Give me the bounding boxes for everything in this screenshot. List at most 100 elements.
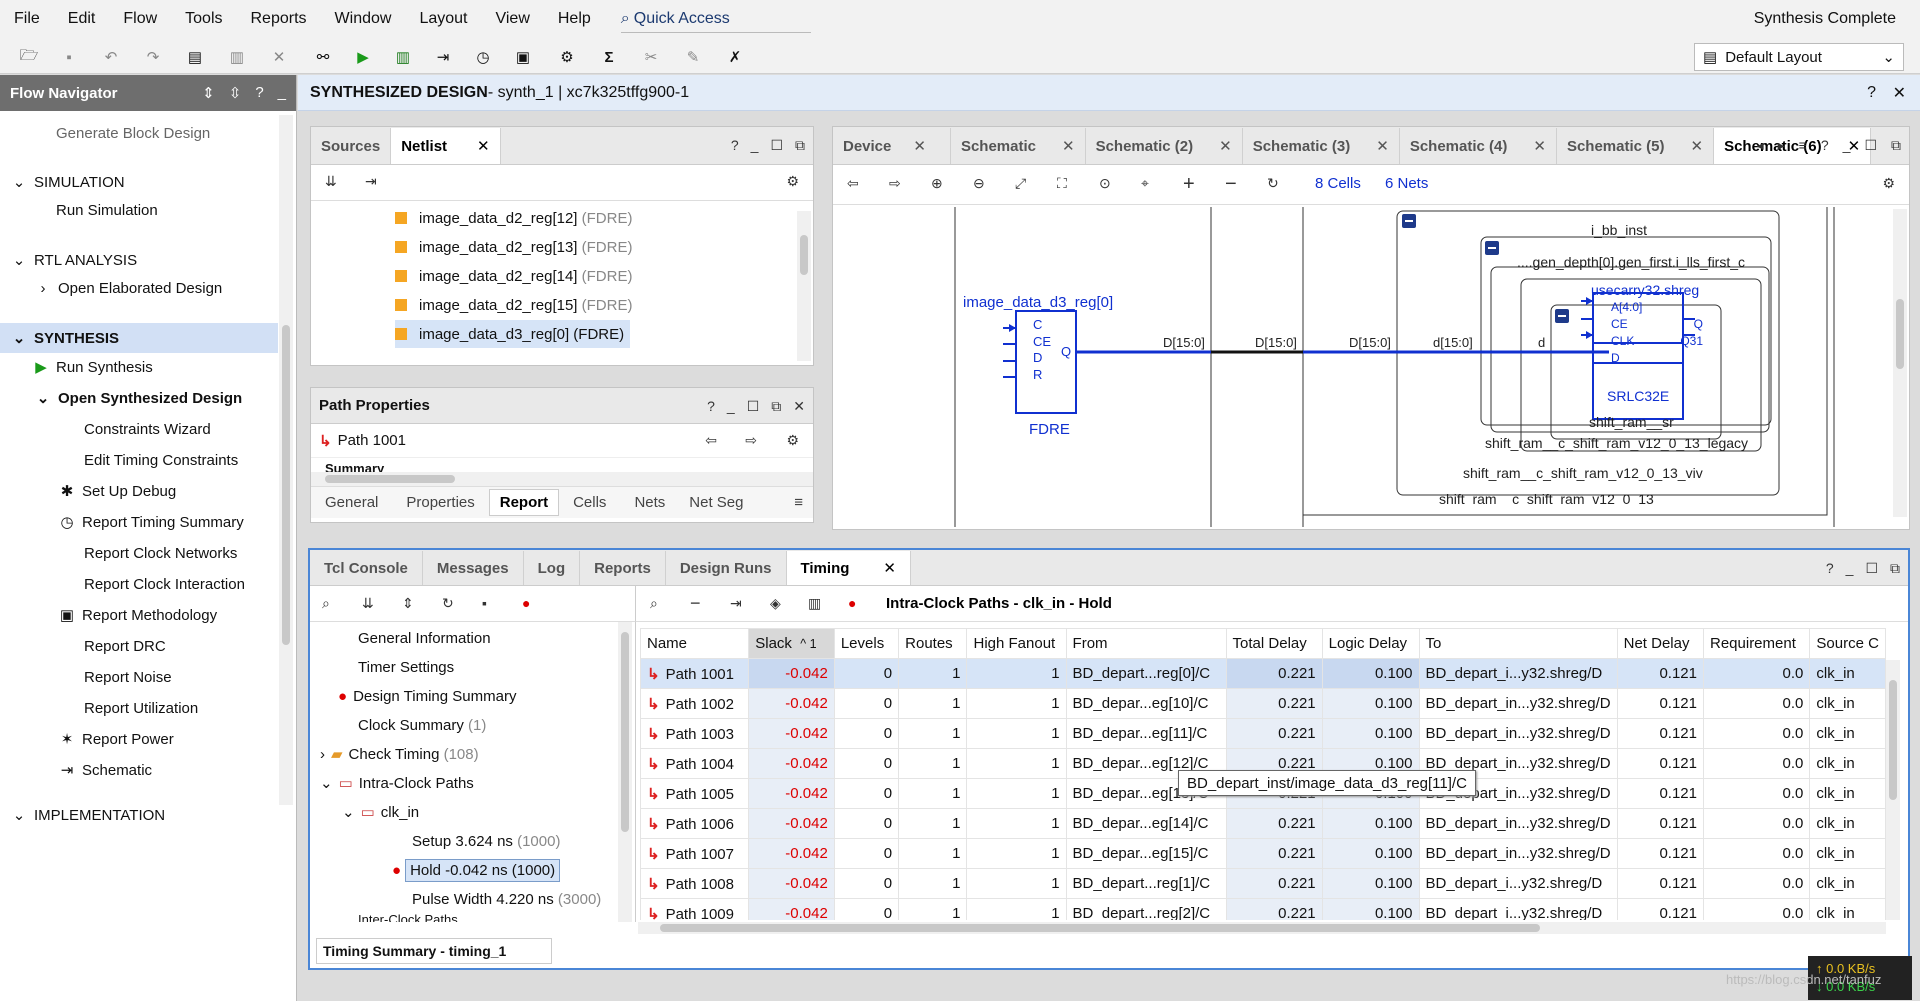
col-from[interactable]: From [1065,628,1227,659]
tab-right-icon[interactable]: ▸ [1778,137,1785,154]
delete-icon[interactable]: ✕ [268,46,290,68]
redo-icon[interactable]: ↷ [142,46,164,68]
collapse-all-icon[interactable]: ⇊ [325,173,337,190]
tab-general[interactable]: General [311,494,392,511]
menu-reports[interactable]: Reports [237,10,321,28]
tab-schematic[interactable]: Schematic ✕ [951,128,1086,164]
tab-device[interactable]: Device ✕ [833,128,951,164]
tree-item-hold[interactable]: ● Hold -0.042 ns (1000) [392,856,561,884]
menu-tools[interactable]: Tools [171,10,236,28]
flow-item-constraints-wizard[interactable]: Constraints Wizard [0,414,278,444]
flow-item-report-methodology[interactable]: ▣ Report Methodology [0,600,278,630]
step-icon[interactable]: ⇥ [432,46,454,68]
tools-icon[interactable]: ✗ [724,46,746,68]
tab-timing-summary[interactable]: Timing Summary - timing_1 [316,938,552,964]
col-total-delay[interactable]: Total Delay [1225,628,1323,659]
tab-cells[interactable]: Cells [559,494,620,511]
menu-help[interactable]: Help [544,10,605,28]
netlist-row[interactable]: image_data_d2_reg[15] (FDRE) [395,291,632,319]
col-to[interactable]: To [1418,628,1618,659]
minimize-icon[interactable]: _ [1846,560,1854,577]
flow-item-report-drc[interactable]: Report DRC [0,631,278,661]
menu-flow[interactable]: Flow [109,10,171,28]
table-hscroll[interactable] [638,922,1886,934]
netlist-scrollbar[interactable] [797,211,811,361]
flow-section-rtl-analysis[interactable]: ⌄ RTL ANALYSIS [0,245,278,275]
help-icon[interactable]: ? [707,398,715,415]
tab-netlist[interactable]: Netlist ✕ [391,128,501,164]
help-icon[interactable]: ? [1867,84,1876,102]
table-vscroll[interactable] [1886,660,1900,920]
tree-item-check-timing[interactable]: › ▰ Check Timing (108) [320,740,479,768]
tab-net-seg[interactable]: Net Seg [679,494,753,511]
menu-window[interactable]: Window [321,10,406,28]
forward-arrow-icon[interactable]: ⇨ [745,432,757,449]
float-icon[interactable]: ⧉ [1891,137,1901,154]
zoom-in-icon[interactable]: ⊕ [931,175,943,192]
pin-icon[interactable]: ⌖ [1141,175,1149,192]
flow-navigator-scrollbar[interactable] [279,115,293,805]
collapse-all-icon[interactable]: ⇊ [362,595,374,612]
tab-timing[interactable]: Timing ✕ [786,551,911,585]
tab-schematic-5[interactable]: Schematic (5) ✕ [1557,128,1715,164]
col-routes[interactable]: Routes [898,628,968,659]
back-arrow-icon[interactable]: ⇦ [705,432,717,449]
minimize-icon[interactable]: _ [278,84,286,102]
tree-item-general-information[interactable]: General Information [358,624,491,652]
waveform-icon[interactable]: ▥ [808,595,821,612]
tab-nets[interactable]: Nets [620,494,679,511]
sigma-icon[interactable]: Σ [598,46,620,68]
binoculars-icon[interactable]: ⚯ [312,46,334,68]
netlist-row[interactable]: image_data_d2_reg[14] (FDRE) [395,262,632,290]
table-row[interactable]: ↳ Path 1006 -0.042 0 1 1 BD_depar...eg[14]/C 0.… [640,808,1886,839]
report-icon[interactable]: ▣ [512,46,534,68]
open-project-icon[interactable]: 🗁 [18,46,40,68]
flow-section-simulation[interactable]: ⌄ SIMULATION [0,167,278,197]
table-row[interactable]: ↳ Path 1007 -0.042 0 1 1 BD_depar...eg[15]/C 0.… [640,838,1886,869]
flow-item-report-noise[interactable]: Report Noise [0,662,278,692]
float-icon[interactable]: ⧉ [771,398,781,415]
flow-section-implementation[interactable]: ⌄ IMPLEMENTATION [0,805,278,825]
flow-item-report-clock-interaction[interactable]: Report Clock Interaction [0,569,278,599]
zoom-out-icon[interactable]: ⊖ [973,175,985,192]
minimize-icon[interactable]: _ [751,137,759,154]
flow-item-report-clock-networks[interactable]: Report Clock Networks [0,538,278,568]
fit-icon[interactable]: ⤢ [1015,175,1026,192]
tab-reports[interactable]: Reports [580,551,666,585]
scrollbar-thumb[interactable] [282,325,290,645]
menu-icon[interactable]: ≡ [794,494,813,511]
minus-icon[interactable]: − [690,593,701,614]
tab-sources[interactable]: Sources [311,128,392,164]
tab-messages[interactable]: Messages [423,551,524,585]
plus-icon[interactable]: + [1183,173,1195,196]
tree-item-clk-in[interactable]: ⌄ ▭ clk_in [342,798,419,826]
flow-item-report-power[interactable]: ✶ Report Power [0,724,278,754]
menu-icon[interactable]: ≡ [1799,137,1807,154]
tab-schematic-2[interactable]: Schematic (2) ✕ [1086,128,1243,164]
col-logic-delay[interactable]: Logic Delay [1321,628,1420,659]
flow-item-open-elaborated-design[interactable]: › Open Elaborated Design [0,273,278,303]
path-properties-hscroll[interactable] [311,472,813,486]
back-arrow-icon[interactable]: ⇦ [847,175,859,192]
expand-all-icon[interactable]: ⇕ [402,595,414,612]
flow-item-report-utilization[interactable]: Report Utilization [0,693,278,723]
tab-schematic-4[interactable]: Schematic (4) ✕ [1400,128,1557,164]
expand-icon[interactable]: ⇥ [365,173,377,190]
tab-schematic-3[interactable]: Schematic (3) ✕ [1243,128,1400,164]
save-icon[interactable]: ▪ [58,46,80,68]
flow-item-schematic[interactable]: ⇥ Schematic [0,755,278,785]
collapse-icon[interactable]: ⇕ [202,84,215,102]
tree-item-clock-summary[interactable]: Clock Summary (1) [358,711,486,739]
tree-item-intra-clock-paths[interactable]: ⌄ ▭ Intra-Clock Paths [320,769,474,797]
flow-item-edit-timing-constraints[interactable]: Edit Timing Constraints [0,445,278,475]
table-row[interactable]: ↳ Path 1001 -0.042 0 1 1 BD_depart...reg[0]/C 0… [640,658,1886,689]
col-net-delay[interactable]: Net Delay [1616,628,1705,659]
flow-section-synthesis[interactable]: ⌄ SYNTHESIS [0,323,278,353]
nets-count[interactable]: 6 Nets [1385,175,1428,192]
error-icon[interactable]: ● [848,595,856,611]
schematic-scrollbar[interactable] [1893,209,1907,517]
menu-file[interactable]: File [0,10,54,28]
maximize-icon[interactable]: ☐ [770,137,783,154]
tab-report[interactable]: Report [488,489,560,516]
close-icon[interactable]: ✕ [477,137,490,155]
